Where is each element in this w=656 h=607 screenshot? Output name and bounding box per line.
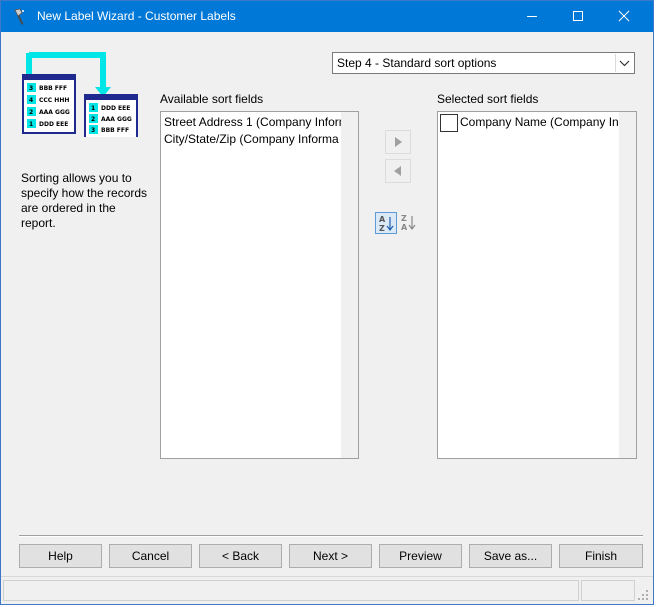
- vertical-scrollbar[interactable]: [341, 112, 358, 458]
- step-select[interactable]: Step 4 - Standard sort options: [332, 52, 635, 74]
- svg-text:3: 3: [91, 127, 95, 134]
- svg-text:4: 4: [29, 97, 33, 104]
- svg-text:BBB FFF: BBB FFF: [101, 127, 129, 134]
- svg-text:Z: Z: [379, 224, 385, 233]
- svg-text:A: A: [379, 215, 386, 224]
- status-pane: [3, 580, 579, 601]
- chevron-down-icon[interactable]: [615, 54, 633, 72]
- sort-order-checkbox[interactable]: [440, 114, 458, 132]
- svg-text:DDD EEE: DDD EEE: [101, 105, 130, 112]
- svg-text:Z: Z: [401, 214, 407, 223]
- save-as-button[interactable]: Save as...: [469, 544, 552, 568]
- selected-fields-label: Selected sort fields: [437, 92, 539, 106]
- list-item[interactable]: Street Address 1 (Company Inform: [164, 115, 349, 129]
- status-pane: [581, 580, 635, 601]
- svg-text:2: 2: [91, 116, 95, 123]
- maximize-button[interactable]: [555, 1, 601, 32]
- svg-text:3: 3: [29, 85, 33, 92]
- title-bar[interactable]: New Label Wizard - Customer Labels: [1, 1, 653, 32]
- triangle-right-icon: [395, 137, 402, 147]
- list-item[interactable]: Company Name (Company In: [460, 115, 619, 129]
- add-field-button[interactable]: [385, 130, 411, 154]
- sort-illustration: 3 BBB FFF 4 CCC HHH 2 AAA GGG 1 DDD EEE 1 DDD…: [22, 52, 138, 137]
- vertical-scrollbar[interactable]: [619, 112, 636, 458]
- selected-fields-list[interactable]: Company Name (Company In: [437, 111, 637, 459]
- resize-grip-icon[interactable]: [637, 589, 649, 601]
- sort-descending-button[interactable]: Z A: [398, 212, 420, 234]
- step-description: Sorting allows you to specify how the re…: [21, 171, 148, 230]
- step-select-value: Step 4 - Standard sort options: [337, 56, 497, 70]
- svg-text:1: 1: [29, 121, 33, 128]
- preview-button[interactable]: Preview: [379, 544, 462, 568]
- svg-text:DDD EEE: DDD EEE: [39, 121, 68, 128]
- svg-text:A: A: [401, 223, 408, 232]
- list-item[interactable]: City/State/Zip (Company Informa: [164, 132, 339, 146]
- wizard-window: New Label Wizard - Customer Labels Step …: [0, 0, 654, 605]
- minimize-button[interactable]: [509, 1, 555, 32]
- back-button[interactable]: < Back: [199, 544, 282, 568]
- triangle-left-icon: [394, 166, 401, 176]
- svg-text:CCC HHH: CCC HHH: [39, 97, 69, 104]
- sort-descending-icon: Z A: [401, 214, 416, 232]
- remove-field-button[interactable]: [385, 159, 411, 183]
- svg-text:AAA GGG: AAA GGG: [39, 109, 70, 116]
- separator: [19, 535, 643, 537]
- close-button[interactable]: [601, 1, 647, 32]
- available-fields-list[interactable]: Street Address 1 (Company Inform City/St…: [160, 111, 359, 459]
- help-button[interactable]: Help: [19, 544, 102, 568]
- wizard-wand-icon: [14, 8, 24, 25]
- cancel-button[interactable]: Cancel: [109, 544, 192, 568]
- available-fields-label: Available sort fields: [160, 92, 264, 106]
- svg-text:AAA GGG: AAA GGG: [101, 116, 132, 123]
- svg-text:2: 2: [29, 109, 33, 116]
- window-title: New Label Wizard - Customer Labels: [37, 9, 236, 23]
- svg-text:1: 1: [91, 105, 95, 112]
- svg-text:BBB FFF: BBB FFF: [39, 85, 67, 92]
- finish-button[interactable]: Finish: [559, 544, 643, 568]
- next-button[interactable]: Next >: [289, 544, 372, 568]
- sort-ascending-button[interactable]: A Z: [375, 212, 397, 234]
- sort-ascending-icon: A Z: [379, 215, 394, 233]
- status-bar: [1, 576, 653, 604]
